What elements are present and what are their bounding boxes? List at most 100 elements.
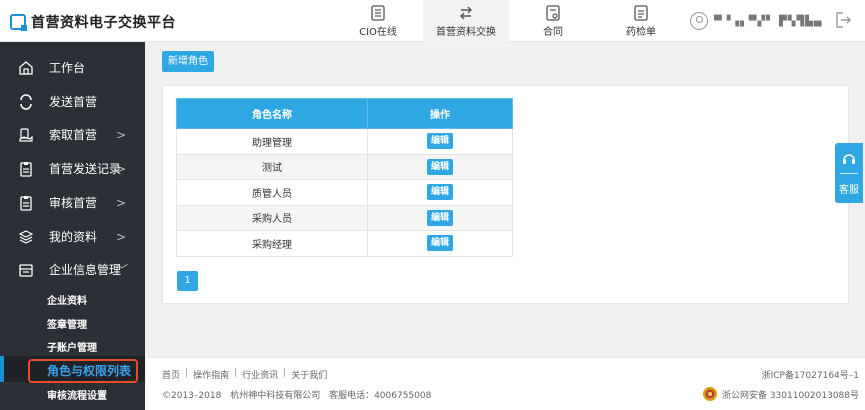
- divider: |: [185, 368, 189, 378]
- chevron-right-icon: >: [116, 229, 127, 244]
- edit-button[interactable]: 编辑: [426, 158, 453, 175]
- actions-cell: 编辑: [367, 128, 513, 155]
- chevron-right-icon: >: [116, 127, 127, 142]
- sidebar-item-label: 企业信息管理: [49, 263, 122, 277]
- role-name-cell: 采购人员: [176, 204, 368, 231]
- clipboard-icon: [20, 161, 32, 177]
- role-name-cell: 质管人员: [176, 179, 368, 206]
- roles-table: 角色名称 操作 助理管理 编辑 测试 编辑 质管人员 编辑 采购人员 编辑 采购…: [176, 98, 513, 257]
- building-icon: [19, 263, 33, 277]
- police-record-text: 浙公网安备 33011002013088号: [721, 390, 859, 401]
- topnav-first-exchange[interactable]: 首营资料交换: [423, 0, 509, 42]
- sidebar-item-label: 索取首营: [49, 128, 98, 142]
- report-icon: [634, 4, 648, 21]
- table-row: 助理管理 编辑: [176, 128, 513, 155]
- police-badge-icon: [702, 387, 717, 401]
- table-row: 采购人员 编辑: [176, 204, 513, 231]
- customer-service-label: 客服: [839, 185, 859, 196]
- topnav-label: 合同: [543, 26, 563, 38]
- sidebar-subitem-sub-accounts[interactable]: 子账户管理: [47, 339, 97, 354]
- topnav-contract[interactable]: 合同: [525, 0, 581, 42]
- footer-link-about[interactable]: 关于我们: [291, 368, 327, 381]
- sidebar-item-label: 审核首营: [49, 196, 98, 210]
- table-row: 采购经理 编辑: [176, 230, 513, 257]
- add-role-button[interactable]: 新增角色: [162, 51, 214, 72]
- divider: [840, 173, 858, 174]
- sidebar-item-send[interactable]: 发送首营: [0, 85, 145, 118]
- topnav-drug-report[interactable]: 药检单: [612, 0, 670, 42]
- footer-links: 首页 | 操作指南 | 行业资讯 | 关于我们: [162, 368, 327, 381]
- hand-icon: [19, 127, 33, 142]
- topnav-label: 首营资料交换: [436, 26, 496, 38]
- actions-cell: 编辑: [367, 179, 513, 206]
- app-title: 首营资料电子交换平台: [31, 15, 176, 31]
- footer-copyright: ©2013–2018 杭州神中科技有限公司 客服电话：4006755008: [162, 388, 437, 401]
- clipboard-icon: [20, 195, 32, 211]
- logo[interactable]: 首营资料电子交换平台: [10, 12, 176, 32]
- sidebar-subitem-review-flow[interactable]: 审核流程设置: [47, 387, 107, 402]
- edit-button[interactable]: 编辑: [426, 133, 453, 150]
- chevron-right-icon: >: [116, 161, 127, 176]
- copyright-text: ©2013–2018: [162, 391, 222, 401]
- layers-icon: [18, 229, 34, 244]
- document-icon: [371, 4, 385, 21]
- sidebar-item-review[interactable]: 审核首营 >: [0, 186, 145, 219]
- sidebar-item-workbench[interactable]: 工作台: [0, 51, 145, 84]
- table-row: 测试 编辑: [176, 153, 513, 180]
- sidebar: 工作台 发送首营 索取首营 > 首营发送记录 > 审核首营 > 我的资料 > 企…: [0, 42, 145, 410]
- sidebar-item-label: 发送首营: [49, 95, 98, 109]
- sidebar-subitem-enterprise-materials[interactable]: 企业资料: [47, 292, 87, 307]
- table-row: 质管人员 编辑: [176, 179, 513, 206]
- chevron-down-icon: ﹀: [116, 263, 129, 277]
- role-name-cell: 采购经理: [176, 230, 368, 257]
- sidebar-item-send-records[interactable]: 首营发送记录 >: [0, 152, 145, 185]
- user-menu[interactable]: ▀▝▗▖▀▞▘ ▛▚▜▙▄: [690, 10, 822, 32]
- sidebar-item-enterprise-info[interactable]: 企业信息管理 ﹀: [0, 253, 145, 286]
- role-name-cell: 助理管理: [176, 128, 368, 155]
- actions-cell: 编辑: [367, 230, 513, 257]
- edit-button[interactable]: 编辑: [426, 209, 453, 226]
- user-name: ▀▝▗▖▀▞▘ ▛▚▜▙▄: [714, 15, 823, 27]
- logo-icon: [10, 14, 27, 31]
- role-name-cell: 测试: [176, 153, 368, 180]
- footer-link-news[interactable]: 行业资讯: [242, 368, 278, 381]
- column-header-role-name: 角色名称: [176, 98, 368, 129]
- user-icon: [690, 12, 708, 30]
- sidebar-item-request[interactable]: 索取首营 >: [0, 118, 145, 151]
- company-name: 杭州神中科技有限公司: [230, 391, 321, 401]
- footer-link-home[interactable]: 首页: [162, 368, 180, 381]
- contract-icon: [546, 4, 560, 21]
- table-header-row: 角色名称 操作: [176, 98, 513, 129]
- sync-icon: [20, 93, 32, 110]
- exchange-icon: [460, 6, 472, 19]
- sidebar-item-my-materials[interactable]: 我的资料 >: [0, 220, 145, 253]
- edit-button[interactable]: 编辑: [426, 235, 453, 252]
- divider: |: [283, 368, 287, 378]
- sidebar-item-label: 我的资料: [49, 230, 98, 244]
- service-phone: 客服电话：4006755008: [329, 391, 432, 401]
- sidebar-item-label: 首营发送记录: [49, 162, 122, 176]
- top-bar: 首营资料电子交换平台 CIO在线 首营资料交换 合同 药检单 ▀▝▗▖▀▞▘ ▛…: [0, 0, 865, 42]
- sidebar-subitem-roles[interactable]: 角色与权限列表: [47, 362, 131, 379]
- police-record[interactable]: 浙公网安备 33011002013088号: [702, 386, 859, 402]
- actions-cell: 编辑: [367, 153, 513, 180]
- headset-icon: [843, 154, 855, 164]
- sidebar-item-label: 工作台: [49, 61, 86, 75]
- footer: 首页 | 操作指南 | 行业资讯 | 关于我们 ©2013–2018 杭州神中科…: [146, 357, 865, 410]
- divider: |: [234, 368, 238, 378]
- home-icon: [19, 60, 33, 75]
- topnav-label: 药检单: [626, 26, 656, 38]
- actions-cell: 编辑: [367, 204, 513, 231]
- sidebar-subitem-signature[interactable]: 签章管理: [47, 316, 87, 331]
- active-indicator: [0, 356, 4, 382]
- chevron-right-icon: >: [116, 195, 127, 210]
- edit-button[interactable]: 编辑: [426, 184, 453, 201]
- customer-service-float[interactable]: 客服: [835, 143, 863, 203]
- column-header-actions: 操作: [367, 98, 513, 129]
- topnav-cio-online[interactable]: CIO在线: [348, 0, 408, 42]
- footer-link-guide[interactable]: 操作指南: [193, 368, 229, 381]
- icp-license[interactable]: 浙ICP备17027164号–1: [762, 368, 859, 381]
- logout-icon[interactable]: [834, 11, 852, 29]
- topnav-label: CIO在线: [359, 26, 397, 38]
- pagination-page-1[interactable]: 1: [177, 271, 198, 291]
